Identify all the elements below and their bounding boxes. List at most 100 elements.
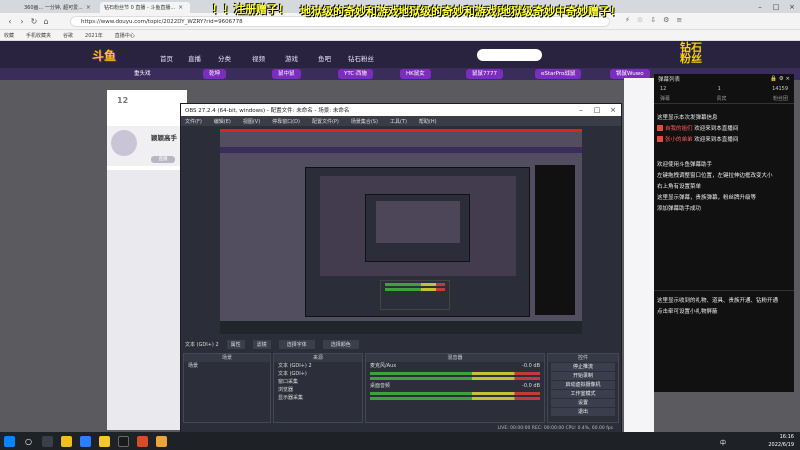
start-recording-button[interactable]: 开始录制 (551, 372, 615, 380)
subnav-item[interactable]: 鼠鼠7777 (466, 69, 503, 79)
tab-danmaku[interactable]: 弹幕 (660, 95, 670, 102)
nav-item[interactable]: 分类 (218, 53, 231, 63)
source-item[interactable]: 文本 (GDI+) 2 (274, 362, 362, 370)
search-icon[interactable]: ○ (23, 436, 34, 447)
menu-item[interactable]: 停靠窗口(D) (272, 118, 300, 125)
windows-taskbar: ○ (0, 432, 800, 450)
bookmark-item[interactable]: 收藏 (4, 32, 14, 39)
browser-tab-active[interactable]: 钻石粉丝节 0 直播 - 斗鱼直播... × (100, 2, 190, 13)
douyu-icon[interactable] (137, 435, 148, 447)
task-view-icon[interactable] (42, 435, 53, 447)
avatar[interactable] (111, 130, 137, 156)
subnav-item[interactable]: 重头戏 (128, 69, 157, 79)
source-toolbar: 文本 (GDI+) 2 属性 滤镜 选择字体 选择颜色 (181, 339, 621, 349)
nav-item[interactable]: 鱼吧 (318, 53, 331, 63)
menu-item[interactable]: 文件(F) (185, 118, 202, 125)
settings-icon[interactable]: ⚙ (663, 16, 669, 24)
maximize-icon[interactable]: □ (768, 3, 784, 11)
nested-chat (535, 165, 575, 315)
extension-icon[interactable]: ⚡ (625, 16, 630, 24)
window-controls-icon[interactable]: 🔒 ⚙ × (770, 76, 790, 82)
site-logo[interactable]: 斗鱼 (92, 47, 116, 64)
nav-item[interactable]: 首页 (160, 53, 173, 63)
minimize-icon[interactable]: – (752, 3, 768, 11)
streamer-tag[interactable]: 直播 (151, 156, 175, 163)
close-window-icon[interactable]: × (784, 3, 800, 11)
gift-message: 这里显示收到的礼物、道具、贵族开通、钻粉开通 (657, 297, 779, 304)
obs-preview[interactable] (220, 129, 582, 334)
nested-meter (385, 288, 445, 291)
windows-start-icon[interactable] (4, 435, 15, 447)
filters-button[interactable]: 滤镜 (252, 339, 271, 349)
menu-item[interactable]: 场景集合(S) (351, 118, 378, 125)
menu-item[interactable]: 编辑(E) (214, 118, 231, 125)
back-icon[interactable]: ‹ (4, 17, 16, 26)
edge-icon[interactable] (80, 435, 91, 447)
virtual-camera-button[interactable]: 启动虚拟摄像机 (551, 381, 615, 389)
minimize-icon[interactable]: – (573, 106, 589, 114)
menu-item[interactable]: 配置文件(P) (312, 118, 339, 125)
settings-button[interactable]: 设置 (551, 399, 615, 407)
danmaku-text: 地狱级奇妙中奇妙赠子！ (500, 5, 621, 18)
properties-button[interactable]: 属性 (226, 339, 245, 349)
source-item[interactable]: 浏览器 (274, 386, 362, 394)
studio-mode-button[interactable]: 工作室模式 (551, 390, 615, 398)
source-item[interactable]: 显示器采集 (274, 394, 362, 402)
reload-icon[interactable]: ↻ (28, 17, 40, 26)
menu-item[interactable]: 帮助(H) (419, 118, 437, 125)
close-icon[interactable]: × (86, 4, 91, 11)
subnav-item[interactable]: 鼠中鼠 (272, 69, 301, 79)
download-icon[interactable]: ⇩ (650, 16, 656, 24)
subnav-item[interactable]: 乾坤 (203, 69, 227, 79)
chat-messages: 这里显示本次发弹幕信息 自我的姐们 欢迎来到本直播间 张小的弟弟 欢迎来到本直播… (654, 104, 794, 214)
menu-item[interactable]: 工具(T) (390, 118, 407, 125)
page-right-column (624, 78, 654, 433)
subnav-item[interactable]: HK鼠女 (400, 69, 431, 79)
exit-button[interactable]: 退出 (551, 408, 615, 416)
bookmark-item[interactable]: 直播中心 (115, 32, 135, 39)
nested-mixer (380, 280, 450, 310)
stop-streaming-button[interactable]: 停止推流 (551, 363, 615, 371)
browser-icon[interactable] (156, 435, 167, 447)
chat-username[interactable]: 自我的姐们 (665, 126, 693, 132)
chat-username[interactable]: 张小的弟弟 (665, 137, 693, 143)
star-icon[interactable]: ☆ (637, 16, 643, 24)
nav-item[interactable]: 游戏 (285, 53, 298, 63)
menu-item[interactable]: 视图(V) (243, 118, 260, 125)
danmaku-chat-panel[interactable]: 弹幕列表 🔒 ⚙ × 12 1 14159 弹幕 贵宾 粉丝团 这里显示本次发弹… (654, 74, 794, 392)
tab-fans[interactable]: 粉丝团 (773, 95, 788, 102)
nav-item[interactable]: 直播 (188, 53, 201, 63)
menu-icon[interactable]: ≡ (676, 16, 682, 24)
site-search-input[interactable] (477, 49, 542, 61)
browser-tab[interactable]: 360画... 一分钟, 超可爱... × (20, 2, 100, 13)
input-language[interactable]: 中 (720, 438, 726, 447)
browser-toolbar-icons: ⚡ ☆ ⇩ ⚙ ≡ (625, 16, 682, 24)
source-item[interactable]: 文本 (GDI+) (274, 370, 362, 378)
scenes-panel: 场景 场景 (183, 353, 271, 423)
nav-item[interactable]: 钻石粉丝 (348, 53, 374, 63)
home-icon[interactable]: ⌂ (40, 17, 52, 26)
select-font-button[interactable]: 选择字体 (278, 339, 315, 349)
volume-meter (370, 397, 540, 400)
gift-messages: 这里显示收到的礼物、道具、贵族开通、钻粉开通 点击牵可设置小礼物屏蔽 (654, 290, 794, 317)
bookmark-item[interactable]: 手机收藏夹 (26, 32, 51, 39)
maximize-icon[interactable]: □ (589, 106, 605, 114)
danmaku-text: ！！注册赠子！ (212, 3, 289, 16)
source-item[interactable]: 窗口采集 (274, 378, 362, 386)
nav-item[interactable]: 视频 (252, 53, 265, 63)
bookmark-item[interactable]: 2021年 (85, 32, 103, 39)
bookmark-item[interactable]: 谷歌 (63, 32, 73, 39)
close-icon[interactable]: × (178, 4, 183, 11)
tab-vip[interactable]: 贵宾 (716, 95, 726, 102)
streamer-name: 颖颖高手 (151, 134, 177, 142)
subnav-item[interactable]: YTC·西施 (338, 69, 373, 79)
forward-icon[interactable]: › (16, 17, 28, 26)
scene-item[interactable]: 场景 (184, 362, 270, 370)
file-explorer-icon[interactable] (61, 435, 72, 447)
select-color-button[interactable]: 选择颜色 (322, 339, 359, 349)
app-icon[interactable] (99, 435, 110, 447)
taskbar-clock[interactable]: 16:16 2022/6/19 (768, 433, 794, 449)
obs-icon[interactable] (118, 435, 129, 447)
subnav-item[interactable]: eStarPro战鼠 (535, 69, 582, 79)
close-window-icon[interactable]: × (605, 106, 621, 114)
